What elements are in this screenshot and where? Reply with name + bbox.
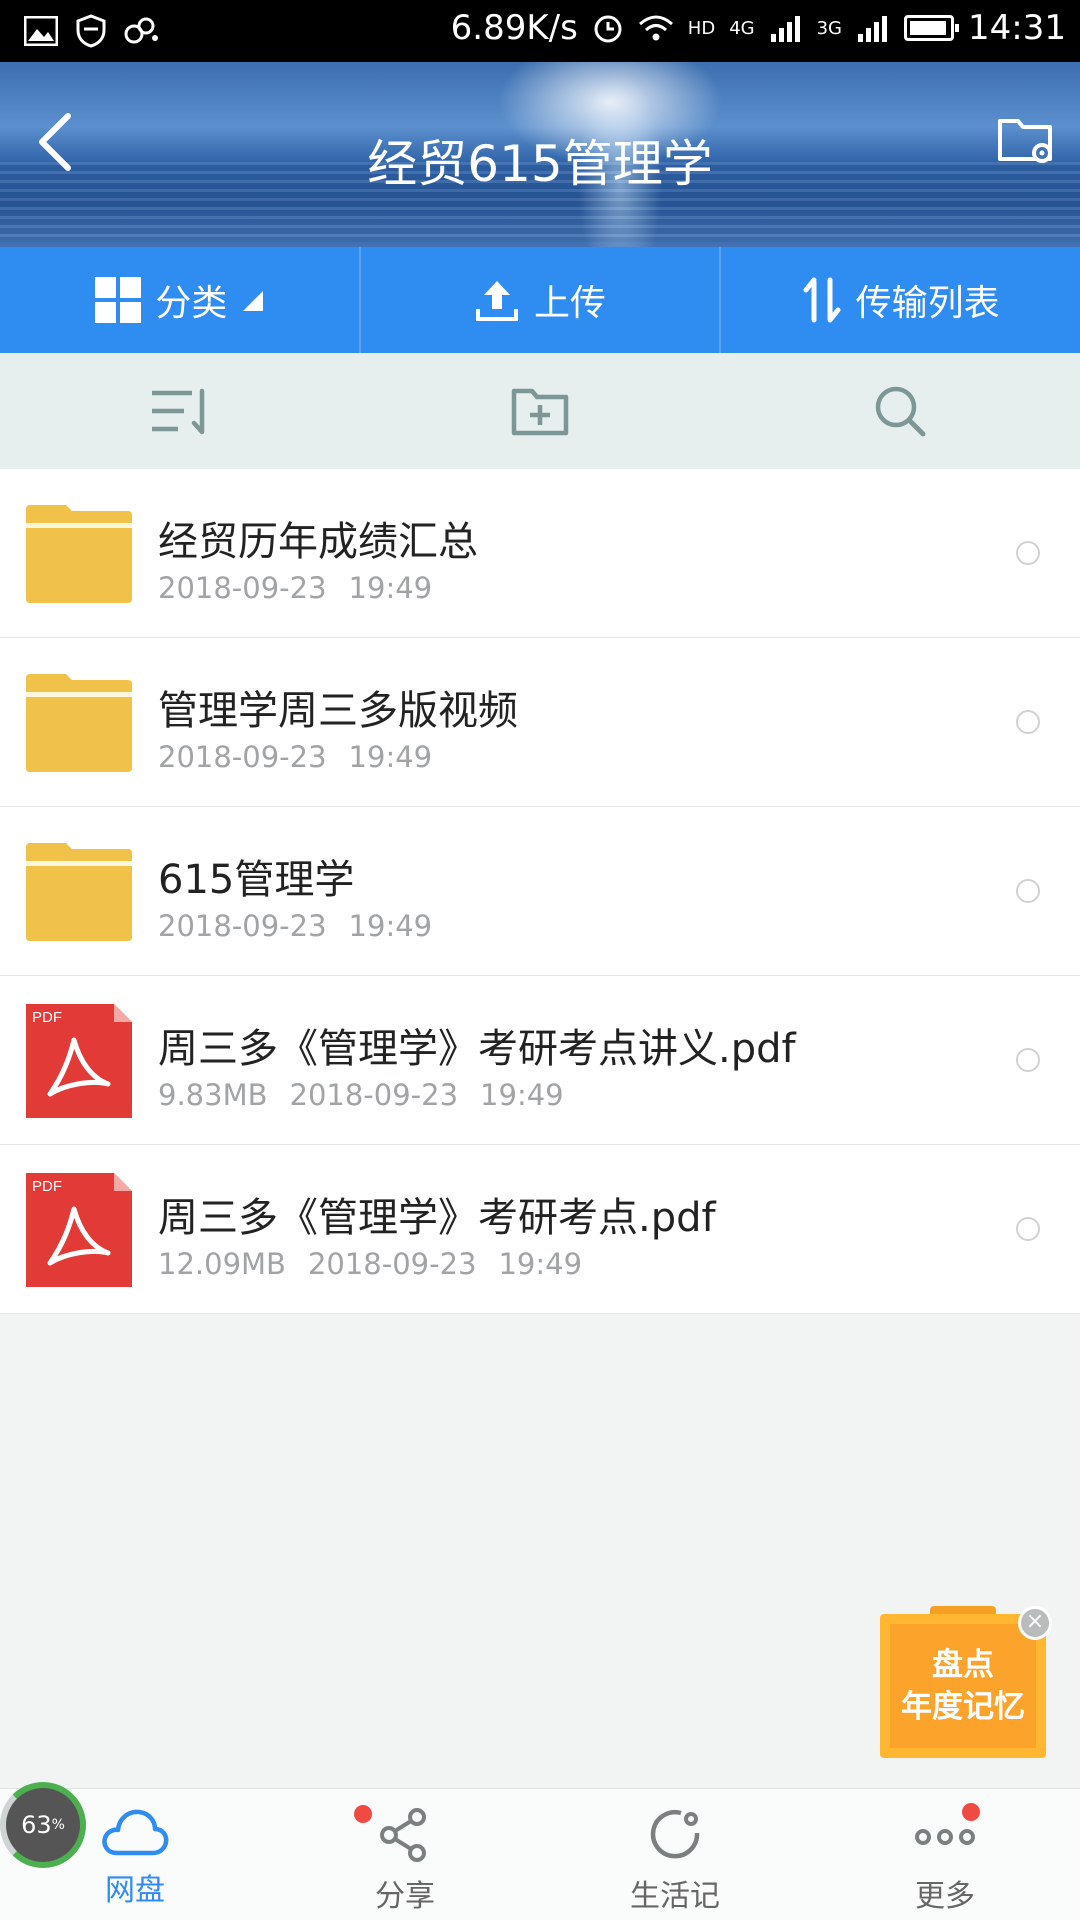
category-button[interactable]: 分类: [0, 247, 361, 353]
list-tools: [0, 353, 1080, 469]
folder-icon: [26, 843, 132, 941]
storage-progress-badge[interactable]: 63%: [0, 1782, 86, 1868]
sort-icon: [152, 388, 205, 435]
file-time: 19:49: [480, 1078, 564, 1112]
file-meta: 2018-09-23 19:49: [158, 740, 432, 774]
file-size: 9.83MB: [158, 1078, 268, 1112]
file-date: 2018-09-23: [158, 571, 327, 605]
file-name: 周三多《管理学》考研考点讲义.pdf: [158, 1026, 796, 1072]
file-time: 19:49: [498, 1247, 583, 1281]
link-icon: [124, 17, 158, 44]
select-radio[interactable]: [1016, 541, 1040, 565]
select-radio[interactable]: [1016, 879, 1040, 903]
new-folder-button[interactable]: [360, 353, 720, 469]
sort-button[interactable]: [0, 353, 360, 469]
progress-unit: %: [51, 1817, 65, 1833]
file-size: 12.09MB: [158, 1247, 286, 1281]
file-date: 2018-09-23: [289, 1078, 459, 1112]
alarm-icon: [594, 15, 622, 43]
progress-value: 63: [21, 1811, 52, 1839]
nav-share[interactable]: 分享: [270, 1789, 540, 1920]
file-list: 经贸历年成绩汇总 2018-09-23 19:49 管理学周三多版视频 2018-…: [0, 469, 1080, 1314]
grid-icon: [95, 277, 142, 323]
nav-more[interactable]: 更多: [810, 1789, 1080, 1920]
file-date: 2018-09-23: [158, 740, 327, 774]
nav-share-label: 分享: [375, 1879, 435, 1914]
list-item[interactable]: PDF 周三多《管理学》考研考点.pdf 12.09MB 2018-09-23 19…: [0, 1145, 1080, 1314]
life-record-icon: [650, 1809, 700, 1859]
file-time: 19:49: [348, 571, 433, 605]
file-meta: 2018-09-23 19:49: [158, 909, 432, 943]
status-bar: 6.89K/s HD 4G 3G 14:31: [0, 0, 1080, 62]
file-date: 2018-09-23: [307, 1247, 477, 1281]
network-speed: 6.89K/s: [450, 8, 578, 48]
promo-line1: 盘点: [932, 1647, 994, 1683]
folder-settings-icon[interactable]: [994, 107, 1058, 171]
signal-icon: [770, 16, 800, 42]
share-icon: [380, 1808, 426, 1862]
transfer-list-button[interactable]: 传输列表: [721, 247, 1080, 353]
select-radio[interactable]: [1016, 1048, 1040, 1072]
upload-icon: [476, 281, 518, 321]
file-name: 经贸历年成绩汇总: [158, 519, 478, 565]
nav-life[interactable]: 生活记: [540, 1789, 810, 1920]
close-icon[interactable]: ×: [1018, 1606, 1052, 1640]
file-date: 2018-09-23: [158, 909, 327, 943]
hd-indicator: HD: [687, 17, 716, 39]
network-3g: 3G: [816, 17, 843, 39]
select-radio[interactable]: [1016, 710, 1040, 734]
battery-icon: [904, 15, 960, 41]
search-icon: [875, 386, 926, 437]
network-4g: 4G: [729, 17, 755, 39]
transfer-arrows-icon: [803, 277, 841, 323]
action-toolbar: 分类 上传 传输列表: [0, 247, 1080, 353]
nav-more-label: 更多: [915, 1879, 975, 1914]
pdf-badge-text: PDF: [32, 1009, 62, 1026]
header: 经贸615管理学: [0, 62, 1080, 247]
promo-content: 盘点 年度记忆: [890, 1624, 1036, 1748]
shield-icon: [76, 14, 106, 48]
cloud-icon: [102, 1809, 169, 1856]
clock: 14:31: [968, 8, 1066, 48]
annual-memory-promo[interactable]: 盘点 年度记忆 ×: [880, 1606, 1052, 1758]
list-item[interactable]: 经贸历年成绩汇总 2018-09-23 19:49: [0, 469, 1080, 638]
pdf-icon: PDF: [26, 1173, 132, 1287]
dropdown-triangle-icon: [243, 291, 264, 311]
list-item[interactable]: 管理学周三多版视频 2018-09-23 19:49: [0, 638, 1080, 807]
file-meta: 2018-09-23 19:49: [158, 571, 432, 605]
new-folder-icon: [511, 388, 569, 436]
folder-icon: [26, 674, 132, 772]
transfer-list-label: 传输列表: [855, 283, 1000, 324]
upload-label: 上传: [534, 283, 607, 324]
upload-button[interactable]: 上传: [361, 247, 722, 353]
category-label: 分类: [155, 283, 228, 324]
folder-icon: [26, 505, 132, 603]
search-button[interactable]: [720, 353, 1080, 469]
file-time: 19:49: [348, 740, 433, 774]
pdf-badge-text: PDF: [32, 1178, 62, 1195]
list-item[interactable]: 615管理学 2018-09-23 19:49: [0, 807, 1080, 976]
page-title: 经贸615管理学: [367, 135, 713, 193]
nav-netdisk-label: 网盘: [105, 1873, 165, 1908]
file-name: 615管理学: [158, 857, 355, 903]
notification-dot: [962, 1803, 980, 1821]
notification-dot: [354, 1805, 372, 1823]
nav-life-label: 生活记: [630, 1879, 720, 1914]
promo-line2: 年度记忆: [901, 1689, 1025, 1725]
signal-icon: [858, 16, 888, 42]
select-radio[interactable]: [1016, 1217, 1040, 1241]
image-icon: [24, 16, 58, 46]
promo-card: 盘点 年度记忆: [880, 1614, 1046, 1758]
file-time: 19:49: [348, 909, 433, 943]
file-name: 管理学周三多版视频: [158, 688, 518, 734]
bottom-nav: 网盘 分享 生活记 更多: [0, 1788, 1080, 1920]
file-meta: 9.83MB 2018-09-23 19:49: [158, 1078, 564, 1112]
wifi-icon: [638, 15, 673, 41]
pdf-icon: PDF: [26, 1004, 132, 1118]
file-name: 周三多《管理学》考研考点.pdf: [158, 1195, 716, 1241]
list-item[interactable]: PDF 周三多《管理学》考研考点讲义.pdf 9.83MB 2018-09-23 1…: [0, 976, 1080, 1145]
file-meta: 12.09MB 2018-09-23 19:49: [158, 1247, 582, 1281]
